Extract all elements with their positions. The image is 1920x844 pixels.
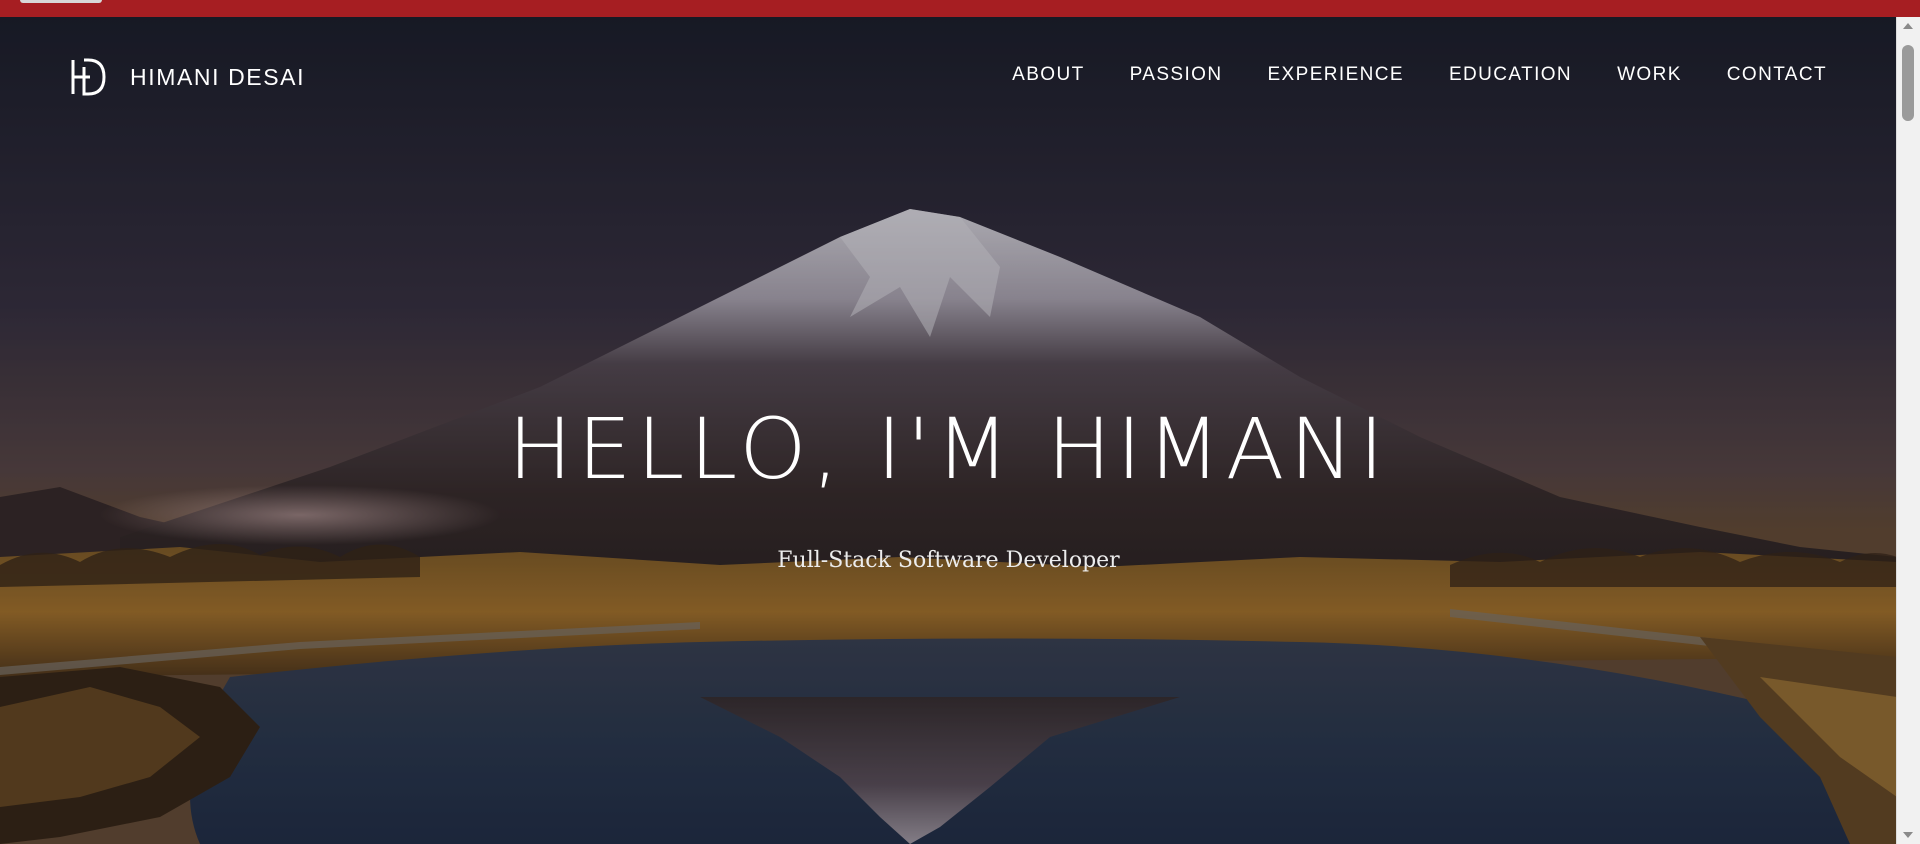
scrollbar-thumb[interactable]: [1902, 45, 1914, 121]
nav-item-contact[interactable]: CONTACT: [1727, 64, 1827, 86]
nav-item-about[interactable]: ABOUT: [1012, 64, 1084, 86]
nav-item-passion[interactable]: PASSION: [1130, 64, 1223, 86]
nav-menu: ABOUT PASSION EXPERIENCE EDUCATION WORK …: [967, 64, 1827, 86]
browser-top-strip: [0, 0, 1920, 17]
vertical-scrollbar[interactable]: [1896, 17, 1920, 844]
hero-title: HELLO, I'M HIMANI: [507, 400, 1390, 498]
page: HIMANI DESAI ABOUT PASSION EXPERIENCE ED…: [0, 0, 1920, 844]
brand-home-link[interactable]: HIMANI DESAI: [68, 57, 305, 97]
scroll-up-arrow-icon[interactable]: [1903, 23, 1913, 29]
brand-name: HIMANI DESAI: [130, 63, 306, 90]
nav-item-education[interactable]: EDUCATION: [1449, 64, 1572, 86]
top-navbar: HIMANI DESAI ABOUT PASSION EXPERIENCE ED…: [0, 17, 1897, 137]
scroll-down-arrow-icon[interactable]: [1903, 832, 1913, 838]
hd-monogram-icon: [68, 57, 108, 97]
nav-item-experience[interactable]: EXPERIENCE: [1267, 64, 1403, 86]
hero-section: HIMANI DESAI ABOUT PASSION EXPERIENCE ED…: [0, 17, 1897, 844]
nav-item-work[interactable]: WORK: [1617, 64, 1682, 86]
browser-tab-edge: [20, 0, 102, 3]
hero-subtitle: Full-Stack Software Developer: [777, 548, 1120, 573]
